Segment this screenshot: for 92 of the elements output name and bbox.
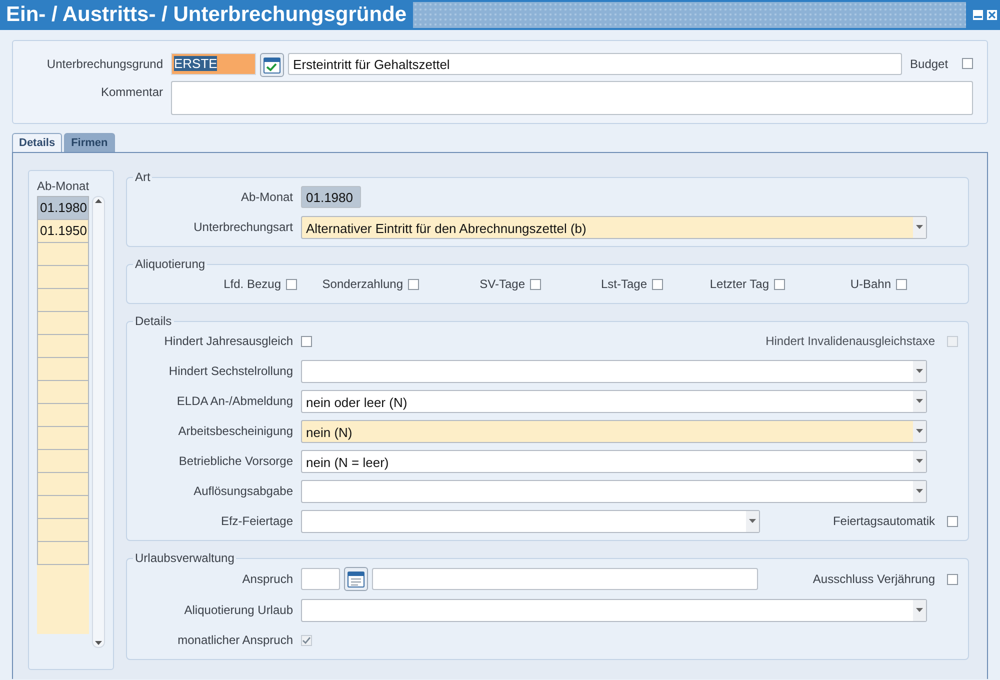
group-title: Art: [134, 170, 152, 184]
tab[interactable]: Details: [12, 133, 62, 152]
checkbox-label: monatlicher Anspruch: [176, 632, 294, 649]
empty-row: [37, 427, 89, 450]
empty-row: [37, 611, 89, 634]
checkbox[interactable]: [774, 278, 785, 290]
calendar-button[interactable]: [344, 567, 368, 591]
calendar-icon: [263, 56, 282, 74]
dropdown[interactable]: nein (N): [301, 420, 927, 442]
input-field[interactable]: Ersteintritt für Gehaltszettel: [288, 53, 902, 75]
checkbox[interactable]: [962, 58, 973, 69]
dropdown[interactable]: nein (N = leer): [301, 450, 927, 472]
caret-icon: [916, 399, 923, 403]
checkbox-label: Lfd. Bezug: [224, 276, 281, 293]
list-heading: Ab-Monat: [37, 179, 90, 193]
input-field[interactable]: [301, 568, 340, 590]
empty-row: [37, 519, 89, 542]
caret-icon: [916, 459, 923, 463]
dropdown[interactable]: [301, 598, 927, 622]
checkbox-label: SV-Tage: [480, 276, 525, 293]
scrollbar[interactable]: [92, 196, 105, 648]
dropdown[interactable]: nein oder leer (N): [301, 390, 927, 412]
checkbox[interactable]: [301, 336, 312, 346]
readonly-field: 01.1980: [301, 186, 361, 208]
caret-icon: [916, 429, 923, 433]
group-title: Aliquotierung: [134, 257, 206, 271]
tab[interactable]: Firmen: [64, 133, 115, 152]
scroll-up-icon: [95, 199, 102, 203]
field-label: ELDA An-/Abmeldung: [176, 393, 294, 410]
empty-row: [37, 243, 89, 266]
group-title: Urlaubsverwaltung: [134, 551, 236, 565]
checkbox[interactable]: [530, 278, 541, 290]
dropdown[interactable]: [301, 360, 927, 382]
field-label: Ab-Monat: [240, 189, 294, 206]
checkbox[interactable]: [947, 516, 958, 526]
field-label: Hindert Sechstelrollung: [168, 363, 294, 380]
list-row[interactable]: 01.1980: [37, 197, 89, 220]
checkbox-label: Ausschluss Verjährung: [812, 571, 935, 588]
empty-row: [37, 496, 89, 519]
field-label: Efz-Feiertage: [220, 513, 294, 530]
empty-row: [37, 312, 89, 335]
checkbox-label: U-Bahn: [850, 276, 891, 293]
caret-icon: [916, 225, 923, 229]
field-label: Betriebliche Vorsorge: [178, 453, 294, 470]
calendar-icon: [347, 570, 365, 588]
field-label: Unterbrechungsart: [192, 219, 294, 236]
checkbox-label: Sonderzahlung: [322, 276, 403, 293]
field-label: Unterbrechungsgrund: [46, 56, 164, 73]
empty-row: [37, 266, 89, 289]
empty-row: [37, 335, 89, 358]
checkbox-label: Lst-Tage: [600, 276, 647, 293]
empty-row: [37, 473, 89, 496]
checkbox-label: Letzter Tag: [710, 276, 769, 293]
empty-row: [37, 358, 89, 381]
empty-row: [37, 404, 89, 427]
code-field[interactable]: ERSTE: [171, 53, 256, 75]
comment-field[interactable]: [171, 81, 973, 115]
field-label: Arbeitsbescheinigung: [177, 423, 294, 440]
field-label: Auflösungsabgabe: [192, 483, 294, 500]
checkbox-label: Hindert Invalidenausgleichstaxe: [766, 333, 935, 350]
caret-icon: [916, 608, 923, 612]
window-title: Ein- / Austritts- / Unterbrechungsgründe: [5, 3, 408, 27]
lookup-button[interactable]: [260, 53, 284, 77]
checkbox[interactable]: [896, 278, 907, 290]
caret-icon: [749, 519, 756, 523]
caret-icon: [916, 369, 923, 373]
input-field[interactable]: [372, 568, 758, 590]
checkbox-label: Feiertagsautomatik: [832, 513, 935, 530]
dropdown[interactable]: [301, 480, 927, 502]
empty-row: [37, 565, 89, 588]
checkbox[interactable]: [652, 278, 663, 290]
dropdown[interactable]: [301, 510, 760, 532]
close-button[interactable]: [986, 9, 998, 21]
field-label: Aliquotierung Urlaub: [183, 602, 294, 619]
list-row[interactable]: 01.1950: [37, 220, 89, 243]
field-label: Anspruch: [241, 571, 294, 588]
minimize-button[interactable]: [972, 9, 984, 21]
checkbox[interactable]: [286, 278, 297, 290]
checkbox-label: Budget: [910, 56, 948, 73]
checkbox-label: Hindert Jahresausgleich: [163, 333, 294, 350]
checkbox[interactable]: [947, 574, 958, 584]
close-icon: [988, 11, 996, 19]
field-label: Kommentar: [100, 84, 164, 101]
caret-icon: [916, 489, 923, 493]
checkbox[interactable]: [408, 278, 419, 290]
empty-row: [37, 381, 89, 404]
group-title: Details: [134, 314, 173, 328]
empty-row: [37, 542, 89, 565]
empty-row: [37, 450, 89, 473]
dropdown[interactable]: Alternativer Eintritt für den Abrechnungszettel (b): [301, 216, 927, 238]
empty-row: [37, 289, 89, 312]
scroll-down-icon: [95, 641, 102, 645]
